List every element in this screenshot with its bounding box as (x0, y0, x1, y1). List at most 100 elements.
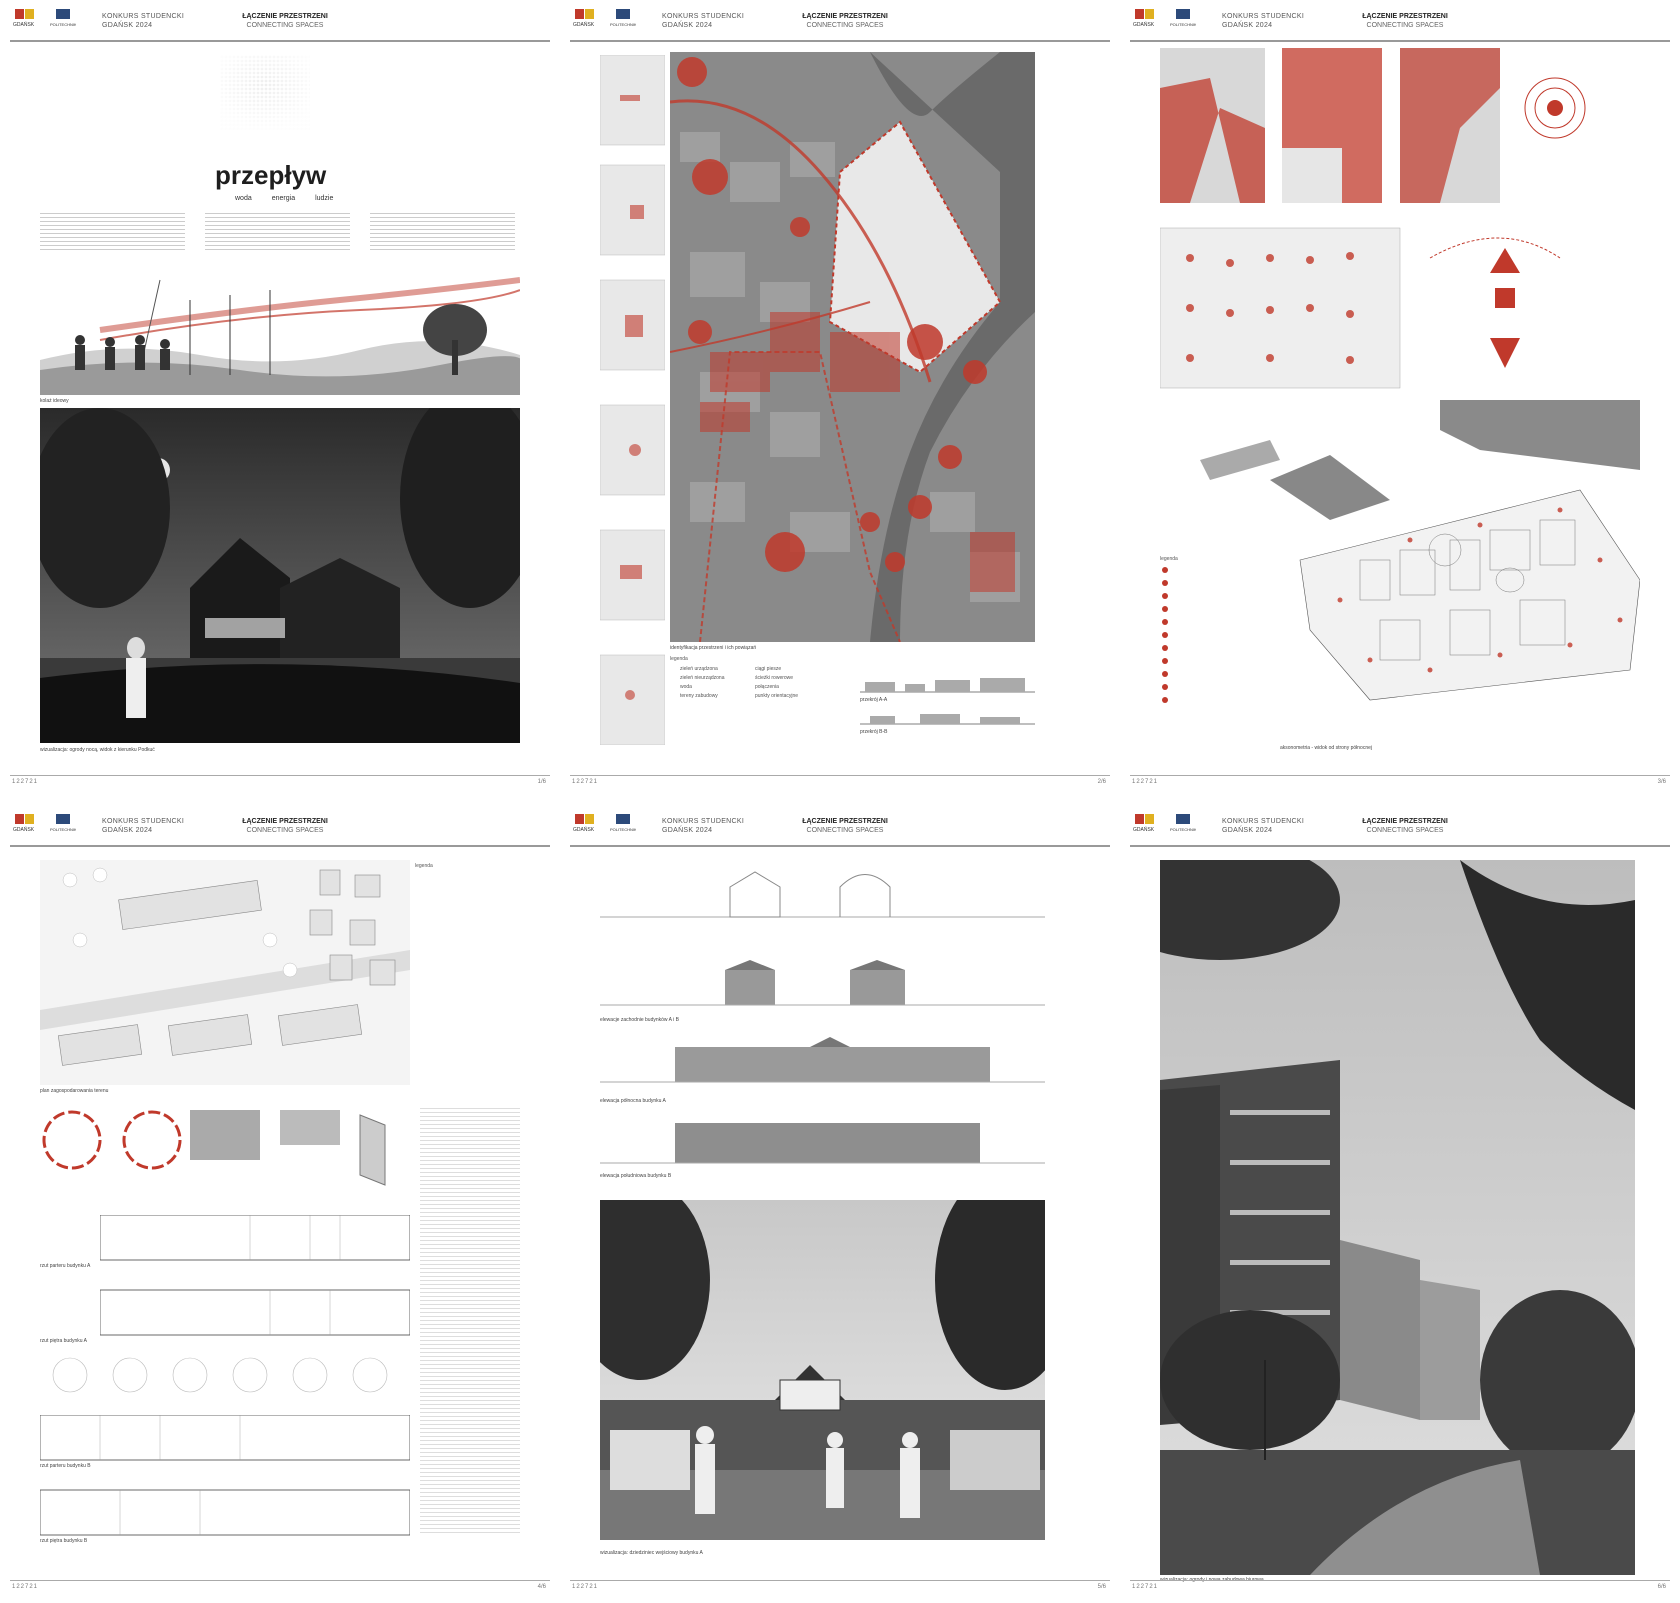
legend-item: woda (680, 684, 692, 690)
caption-plan: plan zagospodarowania terenu (40, 1088, 109, 1094)
university-logo-icon: POLITECHNIKA (610, 9, 636, 27)
svg-text:GDAŃSK: GDAŃSK (1133, 21, 1155, 28)
floor-plans-a (100, 1215, 410, 1336)
university-logo-icon: POLITECHNIKA (1170, 814, 1196, 832)
board-footer: 122721 6/6 (1130, 1580, 1670, 1595)
tag-people: ludzie (315, 195, 334, 202)
board-footer: 122721 5/6 (570, 1580, 1110, 1595)
board-header: GDAŃSK POLITECHNIKA KONKURS STUDENCKI GDA… (570, 805, 1110, 847)
page-number: 3/6 (1657, 779, 1666, 785)
legend-title: legenda (415, 863, 433, 869)
title-en: CONNECTING SPACES (246, 22, 324, 29)
gdansk-crest-icon: GDAŃSK (573, 814, 595, 833)
board-5: GDAŃSK POLITECHNIKA KONKURS STUDENCKI GDA… (570, 805, 1110, 1595)
caption-section-b: przekrój B-B (860, 729, 888, 735)
panorama-collage (40, 270, 520, 395)
legend-markers (1162, 567, 1168, 703)
tag-energy: energia (271, 195, 296, 202)
contest-year: GDAŃSK 2024 (1222, 827, 1273, 834)
caption-render: wizualizacja: ogrody nocą, widok z kieru… (40, 747, 155, 753)
legend-title: legenda (670, 656, 688, 662)
board-code: 122721 (572, 779, 599, 785)
text-block-3 (370, 210, 515, 250)
svg-text:POLITECHNIKA: POLITECHNIKA (50, 827, 76, 832)
gdansk-crest-icon: GDAŃSK (1133, 814, 1155, 833)
legend-list: zieleń urządzona zieleń nieurządzona wod… (680, 665, 724, 701)
board-footer: 122721 1/6 (10, 775, 550, 790)
board-footer: 122721 3/6 (1130, 775, 1670, 790)
board-header: GDAŃSK POLITECHNIKA KONKURS STUDENCKI GDA… (1130, 0, 1670, 42)
contest-name: KONKURS STUDENCKI (102, 13, 185, 20)
board-header: GDAŃSK POLITECHNIKA KONKURS STUDENCKI GDA… (1130, 805, 1670, 847)
legend-list-2: ciągi piesze ścieżki rowerowe połączenia… (755, 665, 798, 701)
caption-floor-2: rzut piętra budynku A (40, 1338, 87, 1344)
board-4: GDAŃSK POLITECHNIKA KONKURS STUDENCKI GDA… (10, 805, 550, 1595)
elevation-1 (600, 960, 1045, 1006)
analysis-thumbnails (600, 55, 665, 745)
board-footer: 122721 2/6 (570, 775, 1110, 790)
svg-text:GDAŃSK: GDAŃSK (573, 21, 595, 28)
caption-floor-1: rzut parteru budynku A (40, 1263, 91, 1269)
contest-year: GDAŃSK 2024 (662, 827, 713, 834)
area-tables (420, 1105, 520, 1535)
office-render (1160, 860, 1635, 1575)
title-en: CONNECTING SPACES (1366, 22, 1444, 29)
board-3: GDAŃSK POLITECHNIKA KONKURS STUDENCKI GDA… (1130, 0, 1670, 790)
caption-elevation-2: elewacja północna budynku A (600, 1098, 666, 1104)
caption-elevation-1: elewacje zachodnie budynków A i B (600, 1017, 679, 1023)
board-2: GDAŃSK POLITECHNIKA KONKURS STUDENCKI GDA… (570, 0, 1110, 790)
title-pl: ŁĄCZENIE PRZESTRZENI (242, 13, 328, 20)
contest-name: KONKURS STUDENCKI (102, 818, 185, 825)
svg-text:POLITECHNIKA: POLITECHNIKA (610, 827, 636, 832)
svg-text:POLITECHNIKA: POLITECHNIKA (1170, 22, 1196, 27)
board-header: GDAŃSK POLITECHNIKA KONKURS STUDENCKI GDA… (10, 0, 550, 42)
university-logo-icon: POLITECHNIKA (1170, 9, 1196, 27)
board-1: GDAŃSK POLITECHNIKA KONKURS STUDENCKI GDA… (10, 0, 550, 790)
cycle-diagrams (42, 1110, 386, 1186)
university-logo-icon: POLITECHNIKA (50, 814, 76, 832)
axonometric-view (1160, 400, 1640, 730)
legend-item: punkty orientacyjne (755, 693, 799, 699)
site-plan (40, 860, 410, 1085)
legend-item: tereny zabudowy (680, 693, 718, 699)
caption-panorama: kolaż ideowy (40, 398, 69, 404)
legend-item: ciągi piesze (755, 666, 782, 672)
svg-text:GDAŃSK: GDAŃSK (13, 21, 35, 28)
brand-title: przepływ (215, 160, 327, 190)
title-pl: ŁĄCZENIE PRZESTRZENI (802, 818, 888, 825)
title-pl: ŁĄCZENIE PRZESTRZENI (242, 818, 328, 825)
svg-text:POLITECHNIKA: POLITECHNIKA (50, 22, 76, 27)
title-en: CONNECTING SPACES (1366, 827, 1444, 834)
caption-axon: aksonometria - widok od strony północnej (1280, 745, 1372, 751)
tag-water: woda (235, 195, 252, 202)
page-number: 5/6 (1097, 1584, 1106, 1590)
contest-year: GDAŃSK 2024 (1222, 22, 1273, 29)
floor-plans-b (40, 1415, 410, 1536)
title-en: CONNECTING SPACES (246, 827, 324, 834)
university-logo-icon: POLITECHNIKA (50, 9, 76, 27)
contest-name: KONKURS STUDENCKI (662, 13, 745, 20)
courtyard-render (600, 1200, 1045, 1540)
board-code: 122721 (12, 1584, 39, 1590)
board-header: GDAŃSK POLITECHNIKA KONKURS STUDENCKI GDA… (10, 805, 550, 847)
title-pl: ŁĄCZENIE PRZESTRZENI (1362, 13, 1448, 20)
legend-item: zieleń nieurządzona (680, 675, 725, 681)
caption-elevation-3: elewacja południowa budynku B (600, 1173, 672, 1179)
page-number: 4/6 (537, 1584, 546, 1590)
tree-row (52, 1357, 388, 1393)
gdansk-crest-icon: GDAŃSK (1133, 9, 1155, 28)
contest-name: KONKURS STUDENCKI (1222, 818, 1305, 825)
elevation-sketch-1 (600, 871, 1045, 918)
title-en: CONNECTING SPACES (806, 827, 884, 834)
gdansk-crest-icon: GDAŃSK (13, 9, 35, 28)
board-6: GDAŃSK POLITECHNIKA KONKURS STUDENCKI GDA… (1130, 805, 1670, 1595)
caption-courtyard: wizualizacja: dziedziniec wejściowy budy… (600, 1550, 703, 1556)
caption-floor-4: rzut piętra budynku B (40, 1538, 88, 1544)
legend-title: legenda (1160, 556, 1178, 562)
contest-name: KONKURS STUDENCKI (662, 818, 745, 825)
svg-text:GDAŃSK: GDAŃSK (1133, 826, 1155, 833)
caption-map: identyfikacja przestrzeni i ich powiązań (670, 645, 757, 651)
text-block-1 (40, 210, 185, 250)
board-footer: 122721 4/6 (10, 1580, 550, 1595)
title-pl: ŁĄCZENIE PRZESTRZENI (802, 13, 888, 20)
